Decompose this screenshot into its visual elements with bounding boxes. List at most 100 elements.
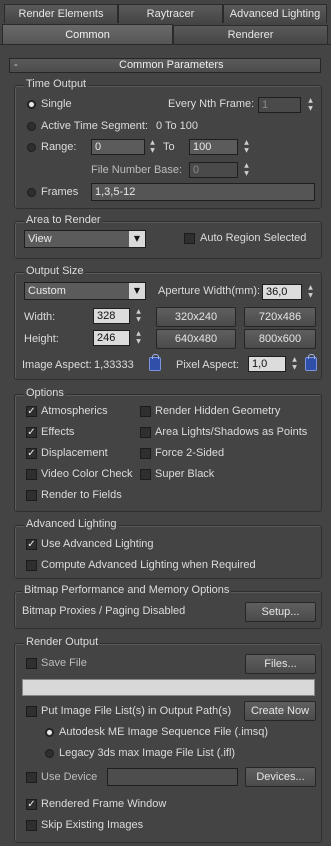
force-2-sided-checkbox[interactable] bbox=[140, 448, 151, 459]
range-to-input[interactable]: 100 bbox=[189, 139, 238, 155]
pixel-aspect-spinner[interactable]: ▲ ▼ bbox=[290, 356, 299, 372]
output-size-preset-dropdown[interactable]: Custom ▼ bbox=[24, 282, 146, 300]
tab-common[interactable]: Common bbox=[2, 24, 173, 44]
height-spinner[interactable]: ▲ ▼ bbox=[134, 330, 143, 346]
active-time-segment-label: Active Time Segment: bbox=[41, 120, 148, 132]
preset-320x240-button[interactable]: 320x240 bbox=[156, 307, 236, 327]
render-to-fields-checkbox[interactable] bbox=[26, 490, 37, 501]
render-hidden-geometry-checkbox[interactable] bbox=[140, 406, 151, 417]
output-size-title: Output Size bbox=[24, 265, 86, 278]
image-aspect-label: Image Aspect: bbox=[22, 359, 92, 371]
file-number-base-label: File Number Base: bbox=[91, 164, 183, 176]
preset-800x600-button[interactable]: 800x600 bbox=[244, 329, 316, 349]
area-lights-shadows-label: Area Lights/Shadows as Points bbox=[155, 426, 308, 438]
every-nth-frame-label: Every Nth Frame: bbox=[168, 98, 255, 110]
render-hidden-geometry-label: Render Hidden Geometry bbox=[155, 405, 281, 417]
every-nth-frame-spinner[interactable]: ▲ ▼ bbox=[306, 97, 315, 113]
create-now-button[interactable]: Create Now bbox=[244, 701, 316, 721]
files-button[interactable]: Files... bbox=[245, 654, 316, 674]
rollout-title: Common Parameters bbox=[119, 59, 224, 71]
lock-icon[interactable] bbox=[149, 354, 161, 371]
preset-720x486-button[interactable]: 720x486 bbox=[244, 307, 316, 327]
single-label: Single bbox=[41, 98, 72, 110]
bitmap-setup-button[interactable]: Setup... bbox=[245, 602, 316, 622]
force-2-sided-label: Force 2-Sided bbox=[155, 447, 225, 459]
rendered-frame-window-label: Rendered Frame Window bbox=[41, 798, 167, 810]
area-to-render-dropdown[interactable]: View ▼ bbox=[24, 230, 146, 248]
bitmap-title: Bitmap Performance and Memory Options bbox=[22, 584, 232, 597]
render-to-fields-label: Render to Fields bbox=[41, 489, 122, 501]
super-black-checkbox[interactable] bbox=[140, 469, 151, 480]
save-file-checkbox[interactable] bbox=[26, 658, 37, 669]
save-file-label: Save File bbox=[41, 657, 87, 669]
range-label: Range: bbox=[41, 141, 77, 153]
range-from-input[interactable]: 0 bbox=[91, 139, 145, 155]
skip-existing-images-checkbox[interactable] bbox=[26, 820, 37, 831]
use-advanced-lighting-label: Use Advanced Lighting bbox=[41, 538, 154, 550]
use-device-checkbox[interactable] bbox=[26, 772, 37, 783]
chevron-down-icon[interactable]: ▼ bbox=[129, 231, 145, 247]
displacement-label: Displacement bbox=[41, 447, 108, 459]
tab-divider bbox=[0, 44, 331, 45]
auto-region-checkbox[interactable] bbox=[184, 233, 195, 244]
advanced-lighting-title: Advanced Lighting bbox=[24, 518, 119, 531]
area-lights-shadows-checkbox[interactable] bbox=[140, 427, 151, 438]
frames-input[interactable]: 1,3,5-12 bbox=[91, 183, 315, 201]
width-spinner[interactable]: ▲ ▼ bbox=[134, 308, 143, 324]
use-device-label: Use Device bbox=[41, 771, 98, 783]
rollout-toggle[interactable]: - bbox=[14, 59, 18, 72]
video-color-check-checkbox[interactable] bbox=[26, 469, 37, 480]
tab-renderer[interactable]: Renderer bbox=[173, 25, 328, 44]
super-black-label: Super Black bbox=[155, 468, 215, 480]
effects-label: Effects bbox=[41, 426, 75, 438]
area-to-render-title: Area to Render bbox=[24, 214, 103, 227]
autodesk-me-radio[interactable] bbox=[45, 728, 54, 737]
pixel-aspect-input[interactable]: 1,0 bbox=[248, 356, 286, 372]
put-image-file-list-checkbox[interactable] bbox=[26, 706, 37, 717]
height-input[interactable]: 246 bbox=[93, 330, 130, 346]
single-radio[interactable] bbox=[27, 100, 36, 109]
file-number-base-input[interactable]: 0 bbox=[189, 162, 238, 178]
compute-advanced-lighting-checkbox[interactable] bbox=[26, 560, 37, 571]
height-label: Height: bbox=[24, 333, 59, 345]
legacy-ifl-radio[interactable] bbox=[45, 749, 54, 758]
bitmap-status: Bitmap Proxies / Paging Disabled bbox=[22, 605, 186, 617]
devices-button[interactable]: Devices... bbox=[245, 767, 316, 787]
device-field[interactable] bbox=[107, 768, 238, 786]
auto-region-label: Auto Region Selected bbox=[200, 232, 307, 244]
aperture-width-label: Aperture Width(mm): bbox=[158, 285, 261, 297]
render-output-title: Render Output bbox=[24, 636, 101, 649]
atmospherics-checkbox[interactable]: ✓ bbox=[26, 406, 37, 417]
width-input[interactable]: 328 bbox=[93, 308, 130, 324]
pixel-aspect-label: Pixel Aspect: bbox=[176, 359, 239, 371]
width-label: Width: bbox=[24, 311, 56, 323]
range-to-label: To bbox=[163, 141, 175, 153]
output-size-preset-value: Custom bbox=[28, 285, 66, 297]
rollout-header[interactable]: - Common Parameters bbox=[9, 58, 321, 73]
lock-icon[interactable] bbox=[305, 354, 317, 371]
autodesk-me-label: Autodesk ME Image Sequence File (.imsq) bbox=[59, 726, 269, 738]
range-from-spinner[interactable]: ▲ ▼ bbox=[148, 139, 157, 155]
range-to-spinner[interactable]: ▲ ▼ bbox=[242, 139, 251, 155]
rendered-frame-window-checkbox[interactable]: ✓ bbox=[26, 799, 37, 810]
use-advanced-lighting-checkbox[interactable]: ✓ bbox=[26, 539, 37, 550]
aperture-width-input[interactable]: 36,0 bbox=[262, 284, 302, 300]
file-number-base-spinner[interactable]: ▲ ▼ bbox=[242, 162, 251, 178]
area-to-render-value: View bbox=[28, 233, 52, 245]
tab-advanced-lighting[interactable]: Advanced Lighting bbox=[223, 4, 327, 23]
compute-advanced-lighting-label: Compute Advanced Lighting when Required bbox=[41, 559, 256, 571]
video-color-check-label: Video Color Check bbox=[41, 468, 133, 480]
options-title: Options bbox=[24, 387, 66, 400]
chevron-down-icon[interactable]: ▼ bbox=[129, 283, 145, 299]
displacement-checkbox[interactable]: ✓ bbox=[26, 448, 37, 459]
range-radio[interactable] bbox=[27, 143, 36, 152]
preset-640x480-button[interactable]: 640x480 bbox=[156, 329, 236, 349]
aperture-width-spinner[interactable]: ▲ ▼ bbox=[306, 284, 315, 300]
tab-render-elements[interactable]: Render Elements bbox=[4, 4, 118, 23]
effects-checkbox[interactable]: ✓ bbox=[26, 427, 37, 438]
tab-raytracer[interactable]: Raytracer bbox=[118, 4, 223, 23]
every-nth-frame-input[interactable]: 1 bbox=[258, 97, 301, 113]
output-path-field[interactable] bbox=[22, 679, 315, 696]
frames-radio[interactable] bbox=[27, 188, 36, 197]
active-time-segment-radio[interactable] bbox=[27, 122, 36, 131]
